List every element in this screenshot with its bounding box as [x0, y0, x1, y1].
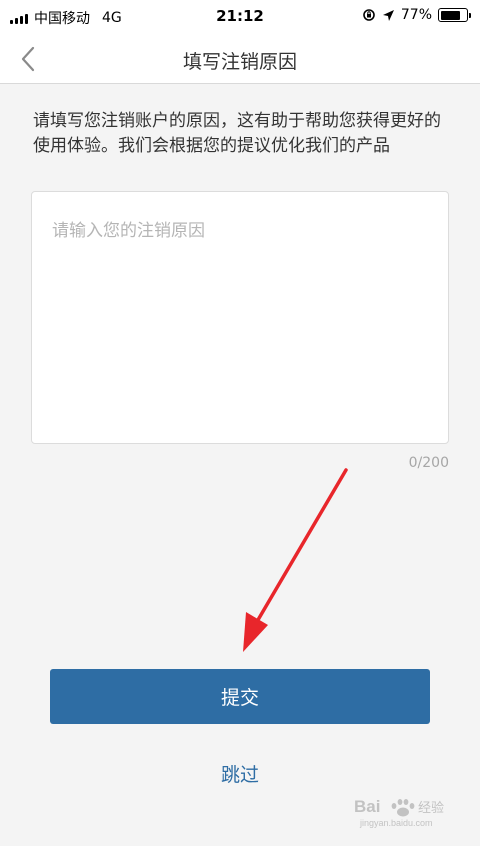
char-counter: 0/200 — [408, 455, 449, 471]
location-arrow-icon — [382, 9, 394, 21]
svg-text:经验: 经验 — [418, 800, 444, 816]
baidu-jingyan-watermark-logo: Bai 经验 jingyan.baidu.com — [354, 797, 444, 828]
rotation-lock-icon — [363, 9, 375, 21]
reason-textarea-container — [31, 191, 449, 444]
status-bar: 中国移动 4G 21:12 77% — [0, 0, 480, 34]
nav-bar: 填写注销原因 — [0, 34, 480, 84]
svg-text:jingyan.baidu.com: jingyan.baidu.com — [359, 818, 433, 828]
reason-textarea[interactable] — [32, 192, 448, 443]
svg-text:Bai: Bai — [354, 797, 380, 816]
description-text: 请填写您注销账户的原因，这有助于帮助您获得更好的使用体验。我们会根据您的提议优化… — [33, 111, 441, 156]
submit-button[interactable]: 提交 — [50, 669, 430, 724]
skip-link[interactable]: 跳过 — [0, 760, 480, 787]
page-title: 填写注销原因 — [182, 51, 297, 73]
main-content: 请填写您注销账户的原因，这有助于帮助您获得更好的使用体验。我们会根据您的提议优化… — [0, 85, 480, 846]
battery-icon — [438, 8, 471, 22]
battery-fill — [440, 10, 460, 20]
status-right: 77% — [362, 7, 471, 23]
battery-percent: 77% — [400, 7, 432, 23]
